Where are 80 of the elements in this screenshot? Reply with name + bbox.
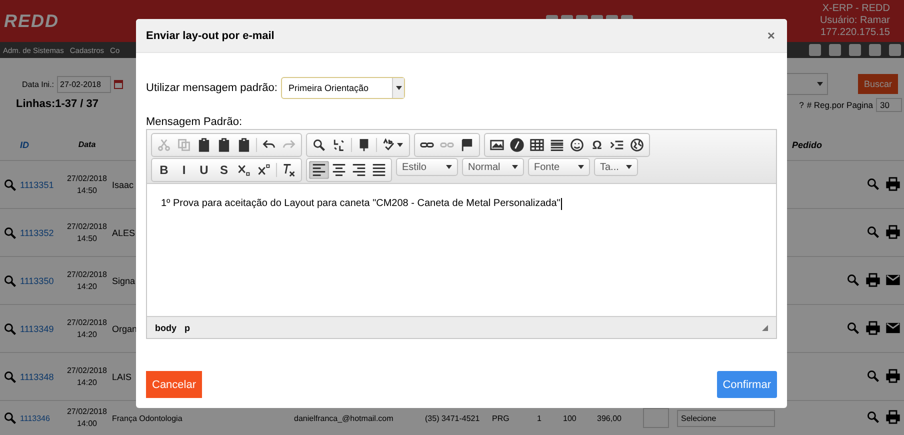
printer-icon[interactable] xyxy=(886,410,900,426)
table-cell: 27/02/2018 xyxy=(66,172,108,184)
toolbar-dropdown[interactable]: Ta... xyxy=(594,158,638,176)
column-header: Pedido xyxy=(792,140,822,150)
logo: REDD xyxy=(4,10,60,32)
search-icon[interactable] xyxy=(846,272,860,288)
table-cell: 14:50 xyxy=(76,232,98,244)
element-path[interactable]: body xyxy=(155,322,176,332)
menu-icons-drawing[interactable] xyxy=(809,44,901,56)
dialog-title: Enviar lay-out por e-mail xyxy=(146,30,274,42)
toolbar-button[interactable]: I xyxy=(174,161,194,179)
date-field[interactable]: 27-02-2018 xyxy=(57,76,112,92)
table-cell: LAIS xyxy=(112,372,132,382)
table-cell: França Odontologia xyxy=(112,414,182,422)
table-cell-text: PRG xyxy=(492,414,510,422)
cancel-button[interactable]: Cancelar xyxy=(146,371,202,398)
default-message-label: Utilizar mensagem padrão: xyxy=(146,82,278,94)
printer-icon[interactable] xyxy=(866,272,880,288)
resize-handle[interactable] xyxy=(762,324,768,330)
table-cell: Isaac xyxy=(112,180,134,190)
per-page-select[interactable]: 30 xyxy=(876,98,902,112)
toolbar-dropdown[interactable]: Estilo xyxy=(396,158,458,176)
printer-icon[interactable] xyxy=(866,320,880,336)
ip-address: 177.220.175.15 xyxy=(820,27,890,39)
close-button[interactable]: × xyxy=(767,28,775,43)
column-header: ID xyxy=(20,140,30,150)
toolbar-dropdown[interactable]: Normal xyxy=(462,158,524,176)
toolbar-button[interactable]: Ω xyxy=(587,136,607,154)
search-icon[interactable] xyxy=(866,224,880,240)
column-header: Data xyxy=(77,139,97,151)
user-name: Usuário: Ramar xyxy=(820,15,890,27)
table-cell: Signa xyxy=(112,276,136,286)
table-cell: 14:20 xyxy=(76,328,98,340)
printer-icon[interactable] xyxy=(886,224,900,240)
default-message-select[interactable]: Primeira Orientação xyxy=(281,77,406,99)
id-link[interactable]: 1113350 xyxy=(20,276,62,286)
toolbar-button[interactable]: B xyxy=(154,161,174,179)
id-link[interactable]: 1113351 xyxy=(20,180,62,190)
toolbar-button[interactable]: S xyxy=(214,161,234,179)
table-cell-text: 100 xyxy=(563,414,578,422)
message-text: 1º Prova para aceitação do Layout para caneta "CM208 - Caneta de Metal Personalizada" xyxy=(161,198,560,211)
table-cell: Organ xyxy=(112,324,138,334)
table-cell: 14:50 xyxy=(76,184,98,196)
table-cell: 27/02/2018 xyxy=(66,406,108,418)
align-left-icon[interactable] xyxy=(309,161,329,179)
table-cell-text: danielfranca_@hotmail.com xyxy=(294,414,394,422)
printer-icon[interactable] xyxy=(886,368,900,384)
table-cell: 27/02/2018 xyxy=(66,316,108,328)
system-name: X-ERP - REDD xyxy=(822,3,890,15)
help-mark: ? xyxy=(799,100,804,110)
id-link[interactable]: 1113352 xyxy=(20,228,62,238)
row-count: Linhas:1-37 / 37 xyxy=(16,98,99,112)
table-cell: 27/02/2018 xyxy=(66,268,108,280)
table-cell: 27/02/2018 xyxy=(66,220,108,232)
table-cell: 14:00 xyxy=(76,418,98,430)
toolbar-dropdown[interactable]: Fonte xyxy=(528,158,590,176)
id-link[interactable]: 1113348 xyxy=(20,372,62,382)
table-cell-text: (35) 3471-4521 xyxy=(425,414,481,422)
id-link[interactable]: 1113346 xyxy=(20,414,62,422)
confirm-button[interactable]: Confirmar xyxy=(716,371,777,398)
table-icon[interactable] xyxy=(527,136,547,154)
element-path[interactable]: p xyxy=(184,322,190,332)
table-cell: ALES xyxy=(112,228,136,238)
toolbar-button[interactable]: U xyxy=(194,161,214,179)
status-select[interactable]: Selecione xyxy=(677,410,775,426)
message-label: Mensagem Padrão: xyxy=(146,116,243,128)
id-link[interactable]: 1113349 xyxy=(20,324,62,334)
table-cell: 14:20 xyxy=(76,376,98,388)
flash-icon[interactable] xyxy=(507,136,527,154)
table-cell: 27/02/2018 xyxy=(66,364,108,376)
per-page-label: # Reg.por Pagina xyxy=(806,100,873,110)
table-cell-text: 1 xyxy=(537,414,542,422)
search-icon[interactable] xyxy=(846,320,860,336)
table-cell: 14:20 xyxy=(76,280,98,292)
date-label: Data Ini.: xyxy=(22,80,54,88)
search-icon[interactable] xyxy=(866,176,880,192)
printer-icon[interactable] xyxy=(886,176,900,192)
calendar-icon[interactable] xyxy=(114,80,124,88)
search-icon[interactable] xyxy=(866,368,880,384)
table-cell-text: 396,00 xyxy=(597,414,622,422)
